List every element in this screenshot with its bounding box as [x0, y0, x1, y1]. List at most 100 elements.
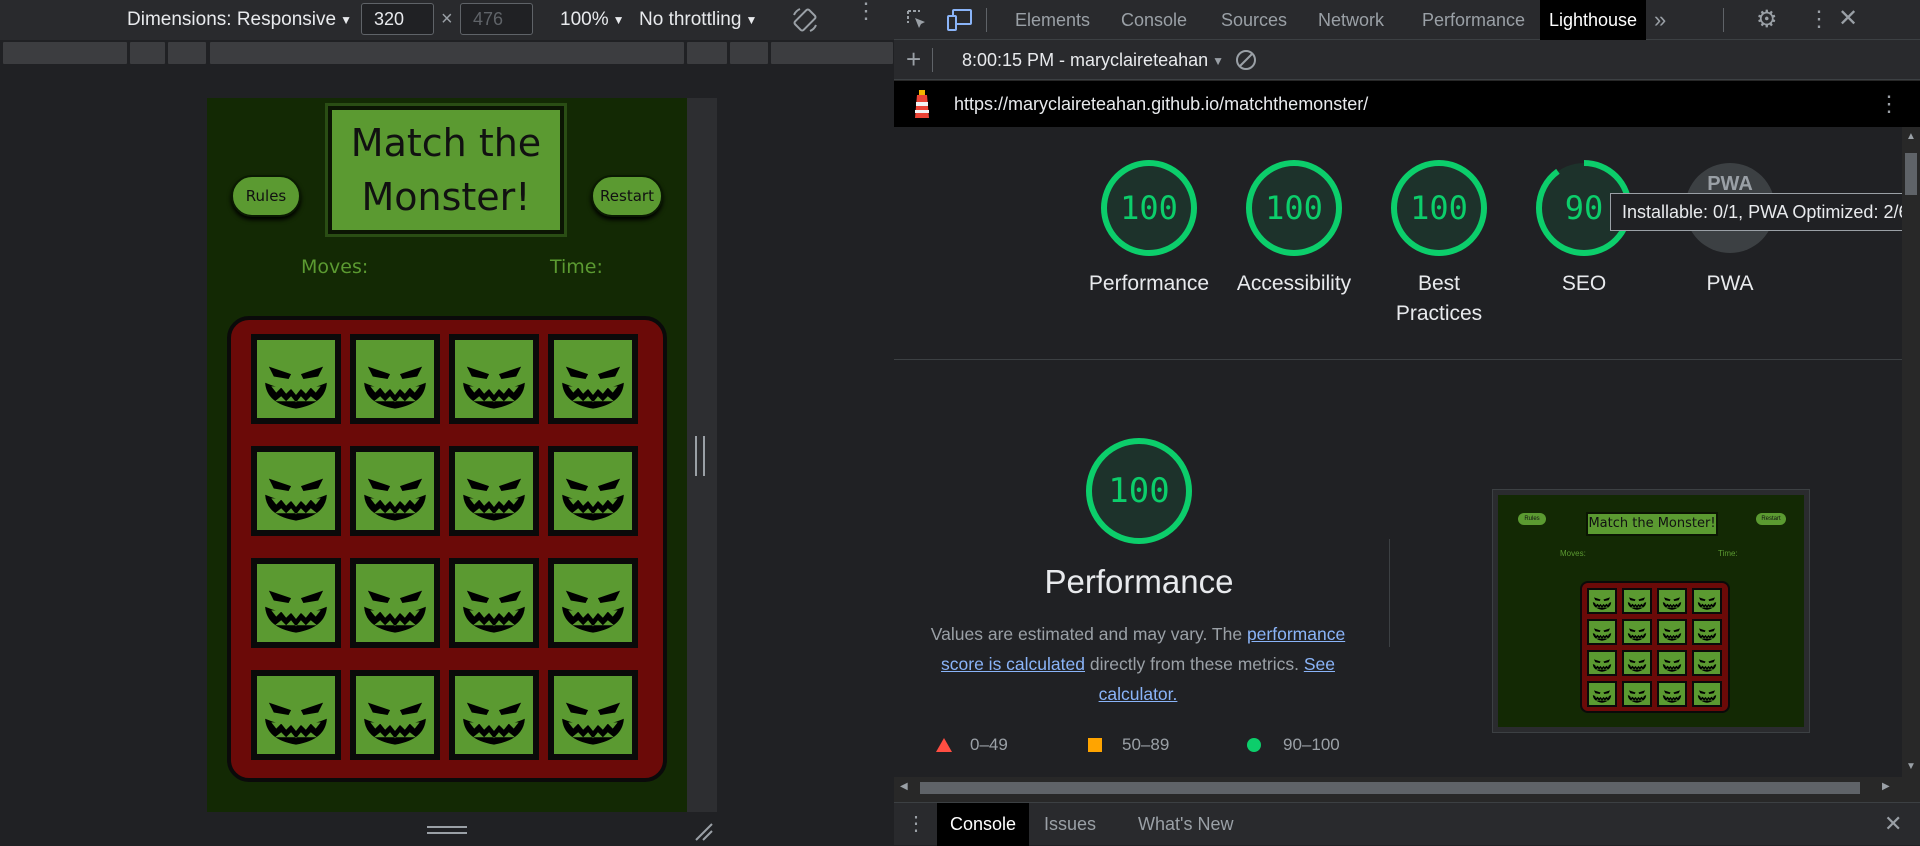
more-tabs-icon[interactable]: » [1654, 0, 1666, 40]
devtools-tabbar: Elements Console Sources Network Perform… [894, 0, 1920, 40]
memory-card-2[interactable] [449, 334, 539, 424]
rules-button[interactable]: Rules [231, 175, 301, 217]
memory-card-8[interactable] [251, 558, 341, 648]
width-input[interactable]: 320 [361, 3, 434, 35]
report-url[interactable]: https://maryclaireteahan.github.io/match… [954, 81, 1368, 127]
scroll-thumb-horizontal[interactable] [920, 782, 1860, 794]
gauge-value-best-practices: 100 [1410, 189, 1468, 227]
tab-sources[interactable]: Sources [1221, 0, 1287, 40]
legend-average: 50–89 [1122, 735, 1170, 754]
monster-face-icon [1592, 690, 1612, 703]
monster-face-icon [562, 702, 624, 745]
zoom-dropdown[interactable]: 100% ▼ [560, 9, 625, 31]
monster-face-icon [1697, 597, 1717, 610]
resize-handle-bottom[interactable] [427, 826, 467, 834]
monster-face-icon [1592, 659, 1612, 672]
memory-card-10[interactable] [449, 558, 539, 648]
tab-elements[interactable]: Elements [1015, 0, 1090, 40]
gauge-value-accessibility: 100 [1265, 189, 1323, 227]
memory-card-1[interactable] [350, 334, 440, 424]
device-toolbar: Dimensions: Responsive ▼ 320 × 476 100% … [0, 0, 894, 40]
inspect-element-icon[interactable] [906, 9, 928, 31]
gauge-value-performance: 100 [1120, 189, 1178, 227]
device-emulation-pane: Dimensions: Responsive ▼ 320 × 476 100% … [0, 0, 894, 845]
card-back [554, 676, 632, 754]
drawer-tab-whats-new[interactable]: What's New [1138, 803, 1233, 846]
thumb-card-15 [1692, 681, 1722, 707]
card-back [356, 564, 434, 642]
customize-menu-icon[interactable]: ⋮ [1808, 6, 1830, 32]
more-options-icon[interactable]: ⋮ [855, 0, 877, 22]
scroll-thumb-vertical[interactable] [1905, 153, 1917, 195]
close-drawer-icon[interactable]: ✕ [1884, 811, 1902, 837]
scroll-up-icon[interactable]: ▲ [1906, 131, 1916, 142]
memory-card-0[interactable] [251, 334, 341, 424]
fail-triangle-icon [936, 738, 952, 752]
card-back [356, 676, 434, 754]
throttling-dropdown[interactable]: No throttling ▼ [639, 9, 757, 31]
memory-card-12[interactable] [251, 670, 341, 760]
report-url-bar: https://maryclaireteahan.github.io/match… [894, 81, 1920, 127]
thumb-title: Match the Monster! [1586, 512, 1718, 536]
card-back [356, 452, 434, 530]
memory-card-15[interactable] [548, 670, 638, 760]
memory-card-3[interactable] [548, 334, 638, 424]
lighthouse-toolbar: + 8:00:15 PM - maryclaireteahan ▼ [894, 40, 1920, 80]
monster-face-icon [562, 366, 624, 409]
scroll-left-icon[interactable]: ◀ [900, 781, 908, 792]
report-selector-label: 8:00:15 PM - maryclaireteahan [962, 50, 1209, 70]
dimensions-dropdown[interactable]: Dimensions: Responsive ▼ [127, 9, 352, 31]
resize-handle-right[interactable] [687, 98, 717, 812]
tab-lighthouse[interactable]: Lighthouse [1540, 0, 1646, 40]
scroll-right-icon[interactable]: ▶ [1882, 781, 1890, 792]
thumb-card-14 [1657, 681, 1687, 707]
report-menu-icon[interactable]: ⋮ [1878, 81, 1900, 127]
drawer-menu-icon[interactable]: ⋮ [906, 811, 926, 836]
thumbnail-game-page: Rules Match the Monster! Restart Moves: … [1498, 495, 1804, 727]
thumb-card-6 [1657, 619, 1687, 645]
settings-gear-icon[interactable]: ⚙ [1756, 5, 1778, 34]
monster-face-icon [562, 590, 624, 633]
throttling-label: No throttling [639, 9, 742, 30]
height-input[interactable]: 476 [460, 3, 533, 35]
monster-face-icon [1592, 597, 1612, 610]
tab-performance[interactable]: Performance [1422, 0, 1525, 40]
time-label: Time: [550, 256, 603, 278]
perf-description: Values are estimated and may vary. The p… [930, 624, 1346, 704]
tab-console[interactable]: Console [1121, 0, 1187, 40]
horizontal-scrollbar[interactable]: ◀ ▶ [894, 777, 1902, 799]
new-report-plus-icon[interactable]: + [906, 44, 921, 75]
device-toggle-icon[interactable] [947, 8, 973, 32]
scroll-down-icon[interactable]: ▼ [1906, 761, 1916, 772]
tab-network[interactable]: Network [1318, 0, 1384, 40]
monster-face-icon [463, 478, 525, 521]
thumb-card-5 [1622, 619, 1652, 645]
drawer-tab-console[interactable]: Console [937, 803, 1029, 846]
monster-face-icon [364, 478, 426, 521]
report-selector-dropdown[interactable]: 8:00:15 PM - maryclaireteahan ▼ [962, 50, 1224, 71]
lighthouse-report: 100 Performance 100 Accessibility 100 Best Pr… [894, 127, 1902, 777]
monster-face-icon [1697, 628, 1717, 641]
perf-section-title: Performance [1044, 563, 1234, 600]
clear-block-icon[interactable] [1234, 48, 1258, 72]
vertical-scrollbar[interactable]: ▲ ▼ [1902, 127, 1920, 777]
resize-corner-icon[interactable] [692, 820, 714, 842]
close-devtools-icon[interactable]: ✕ [1838, 4, 1858, 33]
memory-card-9[interactable] [350, 558, 440, 648]
memory-card-11[interactable] [548, 558, 638, 648]
memory-card-4[interactable] [251, 446, 341, 536]
memory-card-6[interactable] [449, 446, 539, 536]
memory-card-5[interactable] [350, 446, 440, 536]
rotate-icon[interactable] [790, 5, 820, 35]
drag-handle-icon [695, 436, 705, 476]
caret-down-icon: ▼ [745, 13, 758, 27]
drawer-tab-issues[interactable]: Issues [1044, 803, 1096, 846]
restart-button[interactable]: Restart [591, 175, 663, 217]
memory-card-14[interactable] [449, 670, 539, 760]
memory-card-13[interactable] [350, 670, 440, 760]
memory-card-7[interactable] [548, 446, 638, 536]
card-board [227, 316, 667, 782]
monster-face-icon [562, 478, 624, 521]
card-back [455, 564, 533, 642]
thumb-moves: Moves: [1560, 549, 1586, 558]
